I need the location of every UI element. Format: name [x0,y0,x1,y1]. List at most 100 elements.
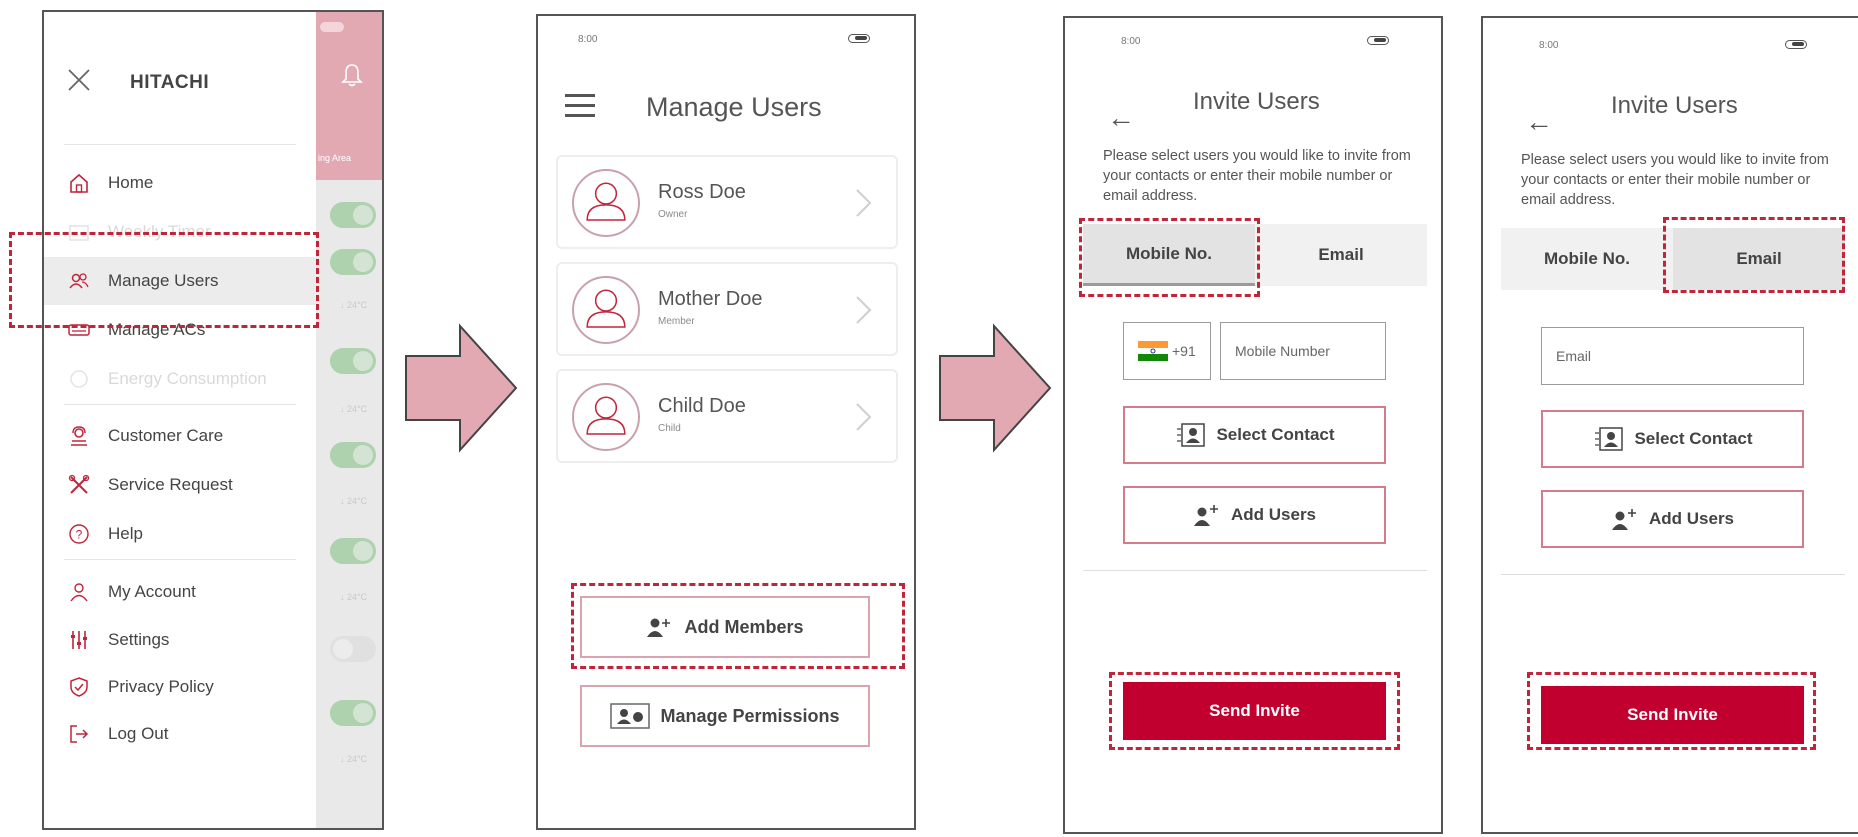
background-toggle [330,348,376,374]
background-toggle [330,249,376,275]
user-role: Member [658,316,695,327]
background-temp: ↓ 24°C [340,754,368,764]
flow-arrow-icon [939,323,1052,453]
battery-icon [1367,36,1389,45]
status-time: 8:00 [578,34,598,45]
instructions-text: Please select users you would like to in… [1103,148,1411,204]
instructions-text: Please select users you would like to in… [1521,152,1829,208]
user-card[interactable]: Ross Doe Owner [556,155,898,249]
background-pill [320,22,344,32]
background-toggle [330,442,376,468]
menu-item-label: Log Out [108,724,169,743]
background-toggle [330,538,376,564]
menu-item-label: Settings [108,630,170,649]
flow-arrow-icon [405,323,518,453]
tab-mobile[interactable]: Mobile No. [1501,228,1673,290]
add-user-icon [1611,509,1636,530]
background-toggle [330,700,376,726]
contact-book-icon [1595,427,1624,451]
shield-icon [70,677,88,697]
menu-item-energy-consumption[interactable]: Energy Consumption [44,355,316,403]
menu-item-label: My Account [108,582,196,601]
page-title: Invite Users [1193,88,1320,115]
close-icon[interactable] [64,65,94,95]
tab-email[interactable]: Email [1255,224,1427,286]
country-code-select[interactable]: +91 [1123,322,1211,380]
customer-care-icon [71,426,87,446]
menu-item-label: Customer Care [108,426,224,445]
email-placeholder: Email [1556,348,1592,364]
menu-item-my-account[interactable]: My Account [44,568,316,616]
user-role: Owner [658,209,688,220]
highlight-manage-users [9,232,319,328]
back-arrow-icon[interactable]: ← [1525,106,1553,138]
user-card[interactable]: Mother Doe Member [556,262,898,356]
status-time: 8:00 [1539,40,1559,51]
divider [1501,574,1845,575]
menu-item-customer-care[interactable]: Customer Care [44,412,316,460]
divider [64,404,296,405]
chevron-right-icon [856,296,872,324]
add-user-icon [1193,505,1218,526]
menu-item-settings[interactable]: Settings [44,616,316,664]
background-temp: ↓ 24°C [340,496,368,506]
highlight-add-members [571,583,905,669]
mobile-number-input[interactable]: Mobile Number [1220,322,1386,380]
brand-logo: HITACHI [130,72,210,93]
divider [64,559,296,560]
menu-item-label: Energy Consumption [108,369,267,388]
highlight-mobile-tab [1079,218,1260,297]
svg-text:?: ? [76,528,83,542]
add-users-label: Add Users [1648,509,1735,528]
email-input[interactable]: Email [1541,327,1804,385]
chevron-right-icon [856,403,872,431]
tools-icon [68,474,90,494]
india-flag-icon [1138,341,1168,361]
account-icon [70,583,88,602]
divider [64,144,296,145]
home-icon [70,173,88,193]
user-name: Child Doe [658,395,746,417]
manage-permissions-label: Manage Permissions [660,705,840,726]
help-icon: ? [69,524,89,544]
mobile-number-placeholder: Mobile Number [1235,343,1330,359]
manage-permissions-button[interactable]: Manage Permissions [580,685,870,747]
background-area-text: ing Area [318,153,352,163]
background-temp: ↓ 24°C [340,404,368,414]
logout-icon [70,725,89,743]
highlight-send-invite-email [1527,672,1816,750]
background-temp: ↓ 24°C [340,300,368,310]
bell-icon [341,64,363,87]
menu-item-log-out[interactable]: Log Out [44,710,316,758]
chevron-right-icon [856,189,872,217]
sliders-icon [71,631,87,649]
avatar-icon [572,276,640,344]
battery-icon [1785,40,1807,49]
select-contact-label: Select Contact [1634,429,1753,448]
page-title: Invite Users [1611,92,1738,119]
hamburger-menu-icon[interactable] [565,94,595,117]
avatar-icon [572,169,640,237]
back-arrow-icon[interactable]: ← [1107,102,1135,134]
menu-item-privacy-policy[interactable]: Privacy Policy [44,663,316,711]
user-name: Mother Doe [658,288,763,310]
background-toggle [330,202,376,228]
divider [1083,570,1427,571]
select-contact-button[interactable]: Select Contact [1541,410,1804,468]
country-code: +91 [1172,343,1196,359]
menu-item-label: Help [108,524,143,543]
add-users-button[interactable]: Add Users [1123,486,1386,544]
status-time: 8:00 [1121,36,1141,47]
user-card[interactable]: Child Doe Child [556,369,898,463]
permissions-icon [610,703,651,729]
menu-item-home[interactable]: Home [44,159,316,207]
energy-icon [70,370,88,388]
select-contact-label: Select Contact [1216,425,1335,444]
menu-item-label: Privacy Policy [108,677,214,696]
select-contact-button[interactable]: Select Contact [1123,406,1386,464]
menu-item-service-request[interactable]: Service Request [44,461,316,509]
add-users-button[interactable]: Add Users [1541,490,1804,548]
menu-item-help[interactable]: ? Help [44,510,316,558]
menu-screen: ing Area ↓ 24°C ↓ 24°C ↓ 24°C ↓ 24°C ↓ 2… [42,10,384,830]
background-temp: ↓ 24°C [340,592,368,602]
